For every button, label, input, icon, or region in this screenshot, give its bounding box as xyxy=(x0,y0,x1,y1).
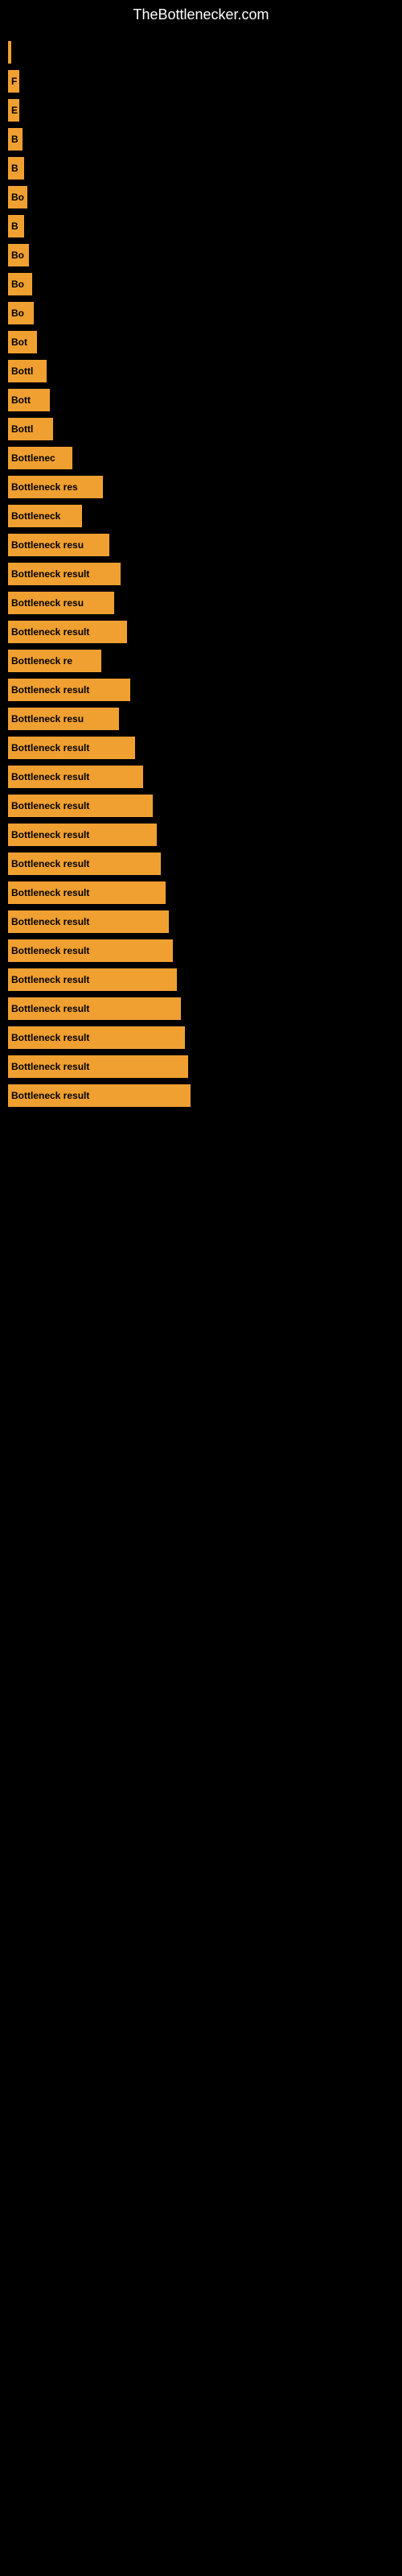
bar-row: Bottleneck result xyxy=(8,737,402,759)
result-bar: Bottleneck result xyxy=(8,881,166,904)
result-bar: Bottleneck result xyxy=(8,766,143,788)
bar-row: Bott xyxy=(8,389,402,411)
bar-row: Bottleneck result xyxy=(8,824,402,846)
bar-row: Bottleneck result xyxy=(8,679,402,701)
result-bar: Bottleneck result xyxy=(8,852,161,875)
bar-row: B xyxy=(8,215,402,237)
result-bar xyxy=(8,41,11,64)
result-bar: Bo xyxy=(8,186,27,208)
result-bar: Bottleneck res xyxy=(8,476,103,498)
bar-row: Bottleneck result xyxy=(8,1026,402,1049)
bar-row: Bot xyxy=(8,331,402,353)
result-bar: Bottleneck xyxy=(8,505,82,527)
bar-row: Bottleneck result xyxy=(8,621,402,643)
result-bar: Bottleneck result xyxy=(8,824,157,846)
result-bar: B xyxy=(8,215,24,237)
result-bar: E xyxy=(8,99,19,122)
bar-row: B xyxy=(8,157,402,180)
bar-row: Bottlenec xyxy=(8,447,402,469)
result-bar: Bot xyxy=(8,331,37,353)
bar-row: Bottleneck result xyxy=(8,852,402,875)
bar-row: Bottleneck resu xyxy=(8,708,402,730)
bar-row: F xyxy=(8,70,402,93)
result-bar: Bottl xyxy=(8,418,53,440)
result-bar: Bottleneck result xyxy=(8,621,127,643)
result-bar: Bottleneck result xyxy=(8,737,135,759)
bars-container: FEBBBoBBoBoBoBotBottlBottBottlBottlenecB… xyxy=(0,33,402,1121)
site-title: TheBottlenecker.com xyxy=(0,0,402,33)
bar-row: Bottleneck result xyxy=(8,795,402,817)
result-bar: Bottleneck result xyxy=(8,1055,188,1078)
result-bar: Bottleneck result xyxy=(8,1084,191,1107)
bar-row: Bottl xyxy=(8,360,402,382)
bar-row: Bo xyxy=(8,244,402,266)
bar-row: Bottleneck xyxy=(8,505,402,527)
result-bar: Bottleneck result xyxy=(8,997,181,1020)
result-bar: Bo xyxy=(8,244,29,266)
result-bar: F xyxy=(8,70,19,93)
result-bar: Bottleneck resu xyxy=(8,708,119,730)
result-bar: Bottlenec xyxy=(8,447,72,469)
bar-row: Bottleneck result xyxy=(8,910,402,933)
bar-row: Bottleneck result xyxy=(8,997,402,1020)
result-bar: Bo xyxy=(8,273,32,295)
bar-row: Bottleneck result xyxy=(8,1084,402,1107)
result-bar: Bottleneck result xyxy=(8,910,169,933)
result-bar: Bottleneck resu xyxy=(8,534,109,556)
result-bar: Bottleneck result xyxy=(8,795,153,817)
bar-row: Bottl xyxy=(8,418,402,440)
result-bar: Bottleneck result xyxy=(8,563,121,585)
bar-row: Bo xyxy=(8,302,402,324)
result-bar: B xyxy=(8,157,24,180)
bar-row: Bottleneck result xyxy=(8,881,402,904)
bar-row: Bottleneck result xyxy=(8,563,402,585)
bar-row: Bottleneck re xyxy=(8,650,402,672)
result-bar: Bottleneck resu xyxy=(8,592,114,614)
result-bar: Bottleneck result xyxy=(8,968,177,991)
bar-row: Bottleneck result xyxy=(8,1055,402,1078)
bar-row: B xyxy=(8,128,402,151)
bar-row: Bottleneck resu xyxy=(8,592,402,614)
result-bar: Bottleneck result xyxy=(8,939,173,962)
result-bar: Bott xyxy=(8,389,50,411)
result-bar: Bottleneck result xyxy=(8,679,130,701)
bar-row: Bo xyxy=(8,186,402,208)
bar-row: Bottleneck result xyxy=(8,766,402,788)
result-bar: Bottleneck result xyxy=(8,1026,185,1049)
bar-row: Bottleneck result xyxy=(8,968,402,991)
bar-row: Bottleneck resu xyxy=(8,534,402,556)
bar-row: Bo xyxy=(8,273,402,295)
result-bar: Bottleneck re xyxy=(8,650,101,672)
bar-row: E xyxy=(8,99,402,122)
bar-row xyxy=(8,41,402,64)
result-bar: Bo xyxy=(8,302,34,324)
bar-row: Bottleneck result xyxy=(8,939,402,962)
result-bar: B xyxy=(8,128,23,151)
result-bar: Bottl xyxy=(8,360,47,382)
bar-row: Bottleneck res xyxy=(8,476,402,498)
